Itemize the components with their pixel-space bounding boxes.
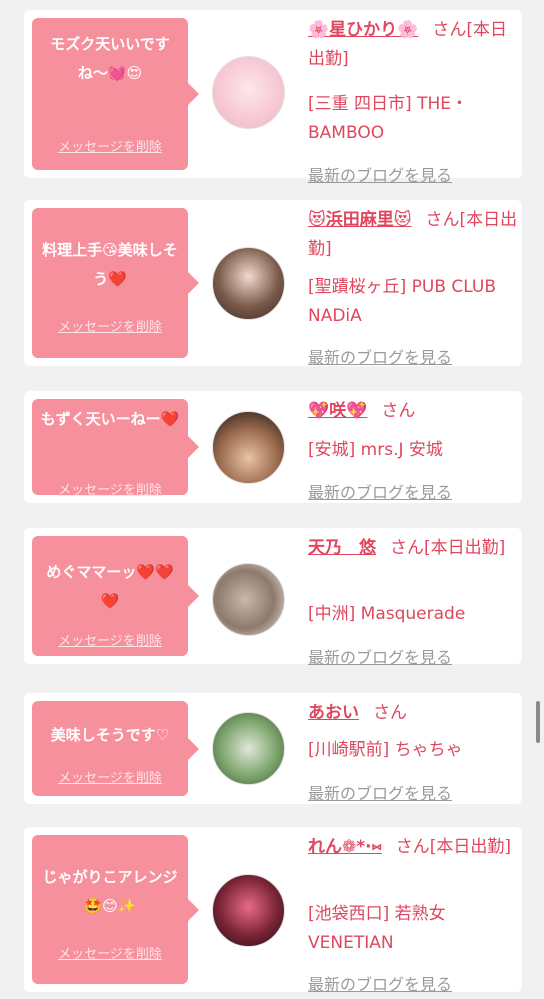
delete-message-link[interactable]: メッセージを削除 [32,767,188,786]
avatar[interactable] [212,247,285,320]
avatar[interactable] [212,411,285,484]
girl-name-line: あおい さん [308,699,520,728]
girl-name-link[interactable]: 天乃 悠 [308,538,376,558]
honorific-text: さん [381,401,416,421]
shop-name: [安城] mrs.J 安城 [308,440,443,460]
message-bubble: もずく天いーねー❤️ メッセージを削除 [32,399,199,498]
message-card: モズク天いいですね〜💓😍 メッセージを削除 🌸星ひかり🌸 さん[本日出勤] [三重… [24,10,522,185]
latest-blog-link[interactable]: 最新のブログを見る [308,971,452,995]
avatar[interactable] [212,712,285,785]
girl-name-link[interactable]: れん❁*·⑅ [308,837,382,857]
message-card: 美味しそうです♡ メッセージを削除 あおい さん [川崎駅前] ちゃちゃ 最新のブ… [24,693,522,804]
message-bubble: 料理上手😘美味しそう❤️ メッセージを削除 [32,208,199,358]
delete-message-link[interactable]: メッセージを削除 [32,136,188,155]
message-card: じゃがりこアレンジ🤩😊✨ メッセージを削除 れん❁*·⑅ さん[本日出勤] [池袋… [24,827,522,995]
honorific-text: さん[本日出勤] [395,837,512,857]
latest-blog-link[interactable]: 最新のブログを見る [308,479,452,503]
message-bubble: じゃがりこアレンジ🤩😊✨ メッセージを削除 [32,835,199,984]
girl-name-line: 😻浜田麻里😻 さん[本日出勤] [308,206,520,264]
honorific-text: さん[本日出勤] [390,538,506,558]
delete-message-link[interactable]: メッセージを削除 [32,630,188,649]
latest-blog-link[interactable]: 最新のブログを見る [308,162,452,186]
avatar[interactable] [212,56,285,129]
message-text: モズク天いいですね〜💓😍 [50,35,170,82]
girl-name-line: 💖咲💖 さん [308,397,520,426]
delete-message-link[interactable]: メッセージを削除 [32,479,188,498]
shop-name: [三重 四日市] THE・BAMBOO [308,94,468,143]
girl-name-line: 天乃 悠さん[本日出勤] [308,534,520,563]
message-text: めぐママーッ❤️❤️❤️ [46,563,174,610]
delete-message-link[interactable]: メッセージを削除 [32,943,188,962]
message-bubble: めぐママーッ❤️❤️❤️ メッセージを削除 [32,536,199,656]
avatar[interactable] [212,563,285,636]
message-bubble: モズク天いいですね〜💓😍 メッセージを削除 [32,18,199,170]
shop-name: [聖蹟桜ヶ丘] PUB CLUB NADiA [308,277,497,326]
message-card: めぐママーッ❤️❤️❤️ メッセージを削除 天乃 悠さん[本日出勤] [中洲] … [24,528,522,667]
message-bubble: 美味しそうです♡ メッセージを削除 [32,701,199,796]
girl-name-link[interactable]: 🌸星ひかり🌸 [308,20,418,40]
latest-blog-link[interactable]: 最新のブログを見る [308,344,452,368]
shop-name: [池袋西口] 若熟女VENETIAN [308,904,446,953]
girl-name-link[interactable]: 💖咲💖 [308,401,367,421]
message-card: 料理上手😘美味しそう❤️ メッセージを削除 😻浜田麻里😻 さん[本日出勤] [聖蹟… [24,200,522,368]
delete-message-link[interactable]: メッセージを削除 [32,316,188,335]
message-text: もずく天いーねー❤️ [40,410,180,428]
avatar[interactable] [212,874,285,947]
message-text: 美味しそうです♡ [50,726,170,744]
girl-name-line: 🌸星ひかり🌸 さん[本日出勤] [308,16,520,74]
shop-name: [中洲] Masquerade [308,604,466,624]
girl-name-link[interactable]: あおい [308,703,359,723]
girl-name-line: れん❁*·⑅ さん[本日出勤] [308,833,520,862]
message-text: 料理上手😘美味しそう❤️ [42,241,178,288]
message-card: もずく天いーねー❤️ メッセージを削除 💖咲💖 さん [安城] mrs.J 安城 … [24,391,522,503]
girl-name-link[interactable]: 😻浜田麻里😻 [308,210,411,230]
honorific-text: さん [373,703,407,723]
scrollbar[interactable] [536,701,540,743]
latest-blog-link[interactable]: 最新のブログを見る [308,780,452,804]
shop-name: [川崎駅前] ちゃちゃ [308,740,463,760]
latest-blog-link[interactable]: 最新のブログを見る [308,644,452,668]
message-list: モズク天いいですね〜💓😍 メッセージを削除 🌸星ひかり🌸 さん[本日出勤] [三重… [0,0,544,999]
message-text: じゃがりこアレンジ🤩😊✨ [42,868,178,915]
